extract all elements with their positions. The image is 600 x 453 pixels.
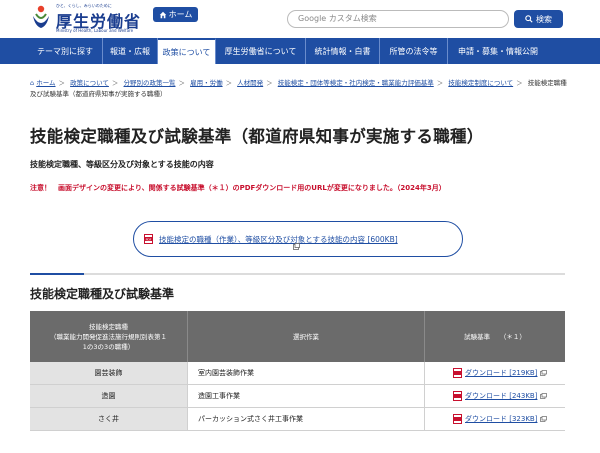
breadcrumb-hr-dev[interactable]: 人材開発	[237, 79, 263, 87]
breadcrumb-skill-system[interactable]: 技能検定制度について	[448, 79, 513, 87]
header-standard: 試験基準 （＊１）	[464, 332, 526, 341]
top-utility-links[interactable]: ・・・ ・・・・・・・・・・・・・	[268, 0, 460, 5]
table-row: さく井 パーカッション式さく井工事作業 ダウンロード [323KB]	[30, 408, 565, 431]
section-divider	[30, 273, 565, 275]
nav-item-about[interactable]: 厚生労働省について	[216, 38, 306, 64]
table-row: 園芸装飾 室内園芸装飾作業 ダウンロード [219KB]	[30, 362, 565, 385]
pdf-icon	[453, 414, 462, 424]
table-header: 技能検定職種 （職業能力開発促進法施行規則別表第１ 1の3の3の職種） 選択作業…	[30, 311, 565, 362]
search-button[interactable]: 検索	[514, 10, 563, 28]
breadcrumb-policy-list[interactable]: 分野別の政策一覧	[124, 79, 176, 87]
header-job: 技能検定職種 （職業能力開発促進法施行規則別表第１ 1の3の3の職種）	[30, 311, 188, 362]
external-window-icon	[293, 243, 300, 250]
breadcrumb-separator: ＞	[178, 79, 186, 87]
download-link[interactable]: ダウンロード [323KB]	[465, 414, 537, 424]
breadcrumb-employment[interactable]: 雇用・労働	[190, 79, 223, 87]
global-nav: テーマ別に探す 報道・広報 政策について 厚生労働省について 統計情報・白書 所…	[0, 38, 600, 64]
breadcrumb-separator: ＞	[516, 79, 523, 87]
logo-subtitle: Ministry of Health, Labour and Welfare	[56, 28, 134, 33]
breadcrumb-separator: ＞	[436, 79, 444, 87]
cell-work: 室内園芸装飾作業	[188, 362, 425, 384]
external-window-icon	[540, 370, 548, 376]
nav-item-press[interactable]: 報道・広報	[103, 38, 158, 64]
search-button-label: 検索	[536, 14, 552, 24]
page-title: 技能検定職種及び試験基準（都道府県知事が実施する職種）	[30, 127, 484, 146]
skills-table: 技能検定職種 （職業能力開発促進法施行規則別表第１ 1の3の3の職種） 選択作業…	[30, 311, 565, 431]
breadcrumb-separator: ＞	[266, 79, 273, 87]
download-link[interactable]: ダウンロード [219KB]	[465, 368, 537, 378]
home-button[interactable]: ホーム	[153, 7, 198, 22]
home-button-label: ホーム	[168, 10, 193, 19]
mhlw-logo-icon[interactable]	[30, 4, 52, 30]
external-window-icon	[540, 393, 548, 399]
download-link[interactable]: ダウンロード [243KB]	[465, 391, 537, 401]
header-work: 選択作業	[188, 311, 425, 362]
pdf-icon	[453, 391, 462, 401]
nav-item-theme[interactable]: テーマ別に探す	[28, 38, 103, 64]
cell-download: ダウンロード [243KB]	[425, 385, 565, 407]
section-divider-accent	[30, 273, 84, 275]
cell-work: パーカッション式さく井工事作業	[188, 408, 425, 430]
svg-text:PDF: PDF	[146, 237, 152, 241]
download-box-label[interactable]: 技能検定の職種（作業）、等級区分及び対象とする技能の内容 [600KB]	[159, 234, 398, 245]
cell-download: ダウンロード [219KB]	[425, 362, 565, 384]
breadcrumb-home[interactable]: ホーム	[36, 79, 55, 87]
breadcrumb-policy[interactable]: 政策について	[70, 79, 109, 87]
home-icon	[159, 11, 166, 18]
cell-job: さく井	[30, 408, 188, 430]
home-icon: ⌂	[30, 79, 35, 87]
external-window-icon	[540, 416, 548, 422]
breadcrumb-separator: ＞	[58, 79, 66, 87]
download-box-link[interactable]: PDF 技能検定の職種（作業）、等級区分及び対象とする技能の内容 [600KB]	[133, 221, 463, 257]
breadcrumb-separator: ＞	[111, 79, 119, 87]
pdf-icon	[453, 368, 462, 378]
pdf-icon: PDF	[144, 234, 153, 244]
nav-item-application[interactable]: 申請・募集・情報公開	[448, 38, 548, 64]
cell-work: 造園工事作業	[188, 385, 425, 407]
nav-item-policy[interactable]: 政策について	[158, 38, 216, 64]
section-title: 技能検定職種及び試験基準	[30, 287, 175, 301]
page-subtitle: 技能検定職種、等級区分及び対象とする技能の内容	[30, 160, 214, 169]
cell-job: 園芸装飾	[30, 362, 188, 384]
search-icon	[525, 15, 533, 23]
breadcrumb-skill-test[interactable]: 技能検定・団体等検定・社内検定・職業能力評価基準	[278, 79, 434, 87]
nav-item-statistics[interactable]: 統計情報・白書	[306, 38, 380, 64]
cell-job: 造園	[30, 385, 188, 407]
table-row: 造園 造園工事作業 ダウンロード [243KB]	[30, 385, 565, 408]
cell-download: ダウンロード [323KB]	[425, 408, 565, 430]
site-header: ひと、くらし、みらいのために 厚生労働省 Ministry of Health,…	[0, 0, 600, 38]
breadcrumb-separator: ＞	[225, 79, 233, 87]
notice-text: 注意！ 画面デザインの変更により、関係する試験基準（＊１）のPDFダウンロード用…	[30, 184, 446, 192]
search-input[interactable]: Google カスタム検索	[287, 10, 509, 28]
nav-item-laws[interactable]: 所管の法令等	[380, 38, 448, 64]
breadcrumb: ⌂ ホーム＞ 政策について＞ 分野別の政策一覧＞ 雇用・労働＞ 人材開発＞ 技能…	[30, 78, 570, 100]
